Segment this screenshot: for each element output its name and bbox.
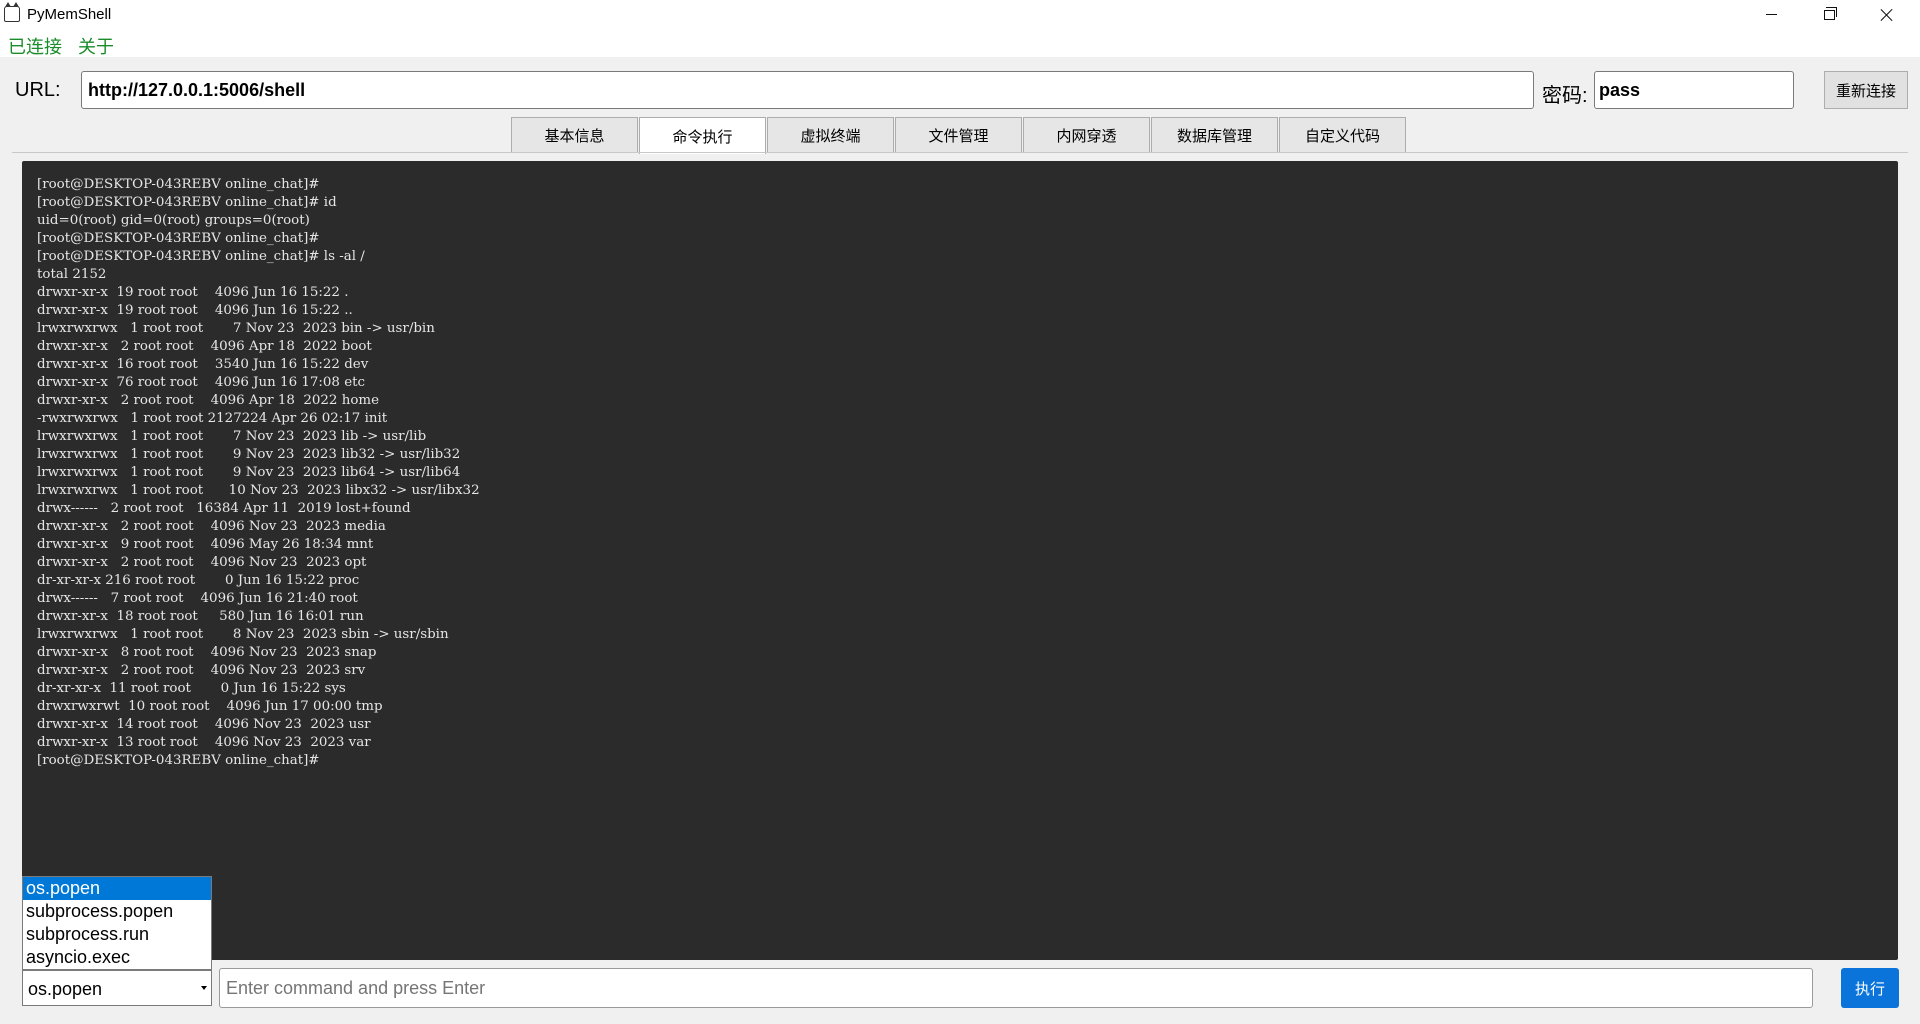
method-selected-value: os.popen	[28, 979, 103, 999]
tab-basic-info[interactable]: 基本信息	[511, 117, 638, 153]
minimize-button[interactable]	[1742, 0, 1800, 29]
close-button[interactable]	[1858, 0, 1916, 29]
tab-database-manager[interactable]: 数据库管理	[1151, 117, 1278, 153]
method-option-subprocess-run[interactable]: subprocess.run	[23, 923, 211, 946]
command-input[interactable]	[219, 968, 1813, 1008]
dropdown-arrow-icon[interactable]	[197, 971, 211, 1005]
terminal-output-text: [root@DESKTOP-043REBV online_chat]# [roo…	[37, 177, 480, 768]
tab-command-exec[interactable]: 命令执行	[639, 117, 766, 154]
app-cat-icon	[4, 2, 20, 22]
execute-button[interactable]: 执行	[1841, 968, 1899, 1008]
menu-about[interactable]: 关于	[78, 33, 114, 59]
method-option-os-popen[interactable]: os.popen	[23, 877, 211, 900]
reconnect-button[interactable]: 重新连接	[1824, 71, 1908, 109]
restore-icon	[1823, 6, 1837, 20]
method-dropdown-list: os.popen subprocess.popen subprocess.run…	[22, 876, 212, 970]
tab-custom-code[interactable]: 自定义代码	[1279, 117, 1406, 153]
tab-divider	[12, 152, 1908, 153]
maximize-button[interactable]	[1800, 0, 1858, 29]
url-input[interactable]	[81, 71, 1534, 109]
method-select[interactable]: os.popen	[22, 970, 212, 1006]
tab-file-manager[interactable]: 文件管理	[895, 117, 1022, 153]
tab-intranet-tunnel[interactable]: 内网穿透	[1023, 117, 1150, 153]
method-option-asyncio-exec[interactable]: asyncio.exec	[23, 946, 211, 969]
window-title: PyMemShell	[27, 6, 112, 23]
menu-connected[interactable]: 已连接	[8, 33, 62, 59]
tab-virtual-terminal[interactable]: 虚拟终端	[767, 117, 894, 153]
minimize-icon	[1765, 14, 1777, 15]
password-input[interactable]	[1594, 71, 1794, 109]
menu-bar: 已连接 关于	[0, 29, 1920, 57]
url-label: URL:	[15, 79, 61, 101]
password-label: 密码:	[1542, 85, 1588, 107]
method-option-subprocess-popen[interactable]: subprocess.popen	[23, 900, 211, 923]
close-icon	[1880, 8, 1894, 22]
terminal-output-panel[interactable]: [root@DESKTOP-043REBV online_chat]# [roo…	[22, 161, 1898, 960]
title-bar: PyMemShell	[0, 0, 1920, 29]
